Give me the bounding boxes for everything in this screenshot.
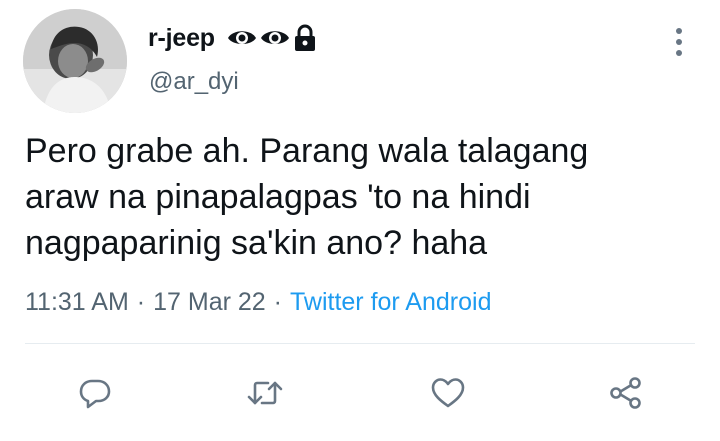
author-row: r-jeep <box>148 20 317 56</box>
tweet-source-link[interactable]: Twitter for Android <box>290 288 491 317</box>
like-icon <box>431 378 465 408</box>
lock-icon <box>294 24 315 51</box>
share-icon <box>610 377 641 409</box>
tweet-text-line: nagpaparinig sa'kin ano? haha <box>25 224 488 262</box>
separator-dot: · <box>273 288 282 316</box>
more-options-button[interactable] <box>667 24 691 60</box>
avatar-image <box>23 9 127 113</box>
tweet-card: r-jeep @ar_dyi Pero grabe ah. Parang wal… <box>0 0 720 441</box>
tweet-text: Pero grabe ah. Parang wala talagang araw… <box>25 128 685 266</box>
tweet-text-line: araw na pinapalagpas 'to na hindi <box>25 178 531 216</box>
user-handle[interactable]: @ar_dyi <box>149 68 239 96</box>
tweet-metadata: 11:31 AM · 17 Mar 22 · Twitter for Andro… <box>25 288 491 317</box>
retweet-button[interactable] <box>245 373 285 413</box>
name-badges <box>227 24 317 52</box>
like-button[interactable] <box>428 373 468 413</box>
tweet-time[interactable]: 11:31 AM <box>25 288 129 317</box>
divider <box>25 343 695 344</box>
dot-icon <box>676 50 682 56</box>
dot-icon <box>676 39 682 45</box>
separator-dot: · <box>136 288 146 316</box>
reply-icon <box>79 379 111 409</box>
avatar[interactable] <box>23 9 127 113</box>
reply-button[interactable] <box>75 373 115 413</box>
eye-icon <box>227 31 256 44</box>
retweet-icon <box>247 381 283 405</box>
tweet-text-line: Pero grabe ah. Parang wala talagang <box>25 132 589 170</box>
eye-icon <box>260 31 289 44</box>
dot-icon <box>676 28 682 34</box>
share-button[interactable] <box>606 373 646 413</box>
display-name[interactable]: r-jeep <box>148 24 215 53</box>
tweet-date[interactable]: 17 Mar 22 <box>153 288 266 317</box>
